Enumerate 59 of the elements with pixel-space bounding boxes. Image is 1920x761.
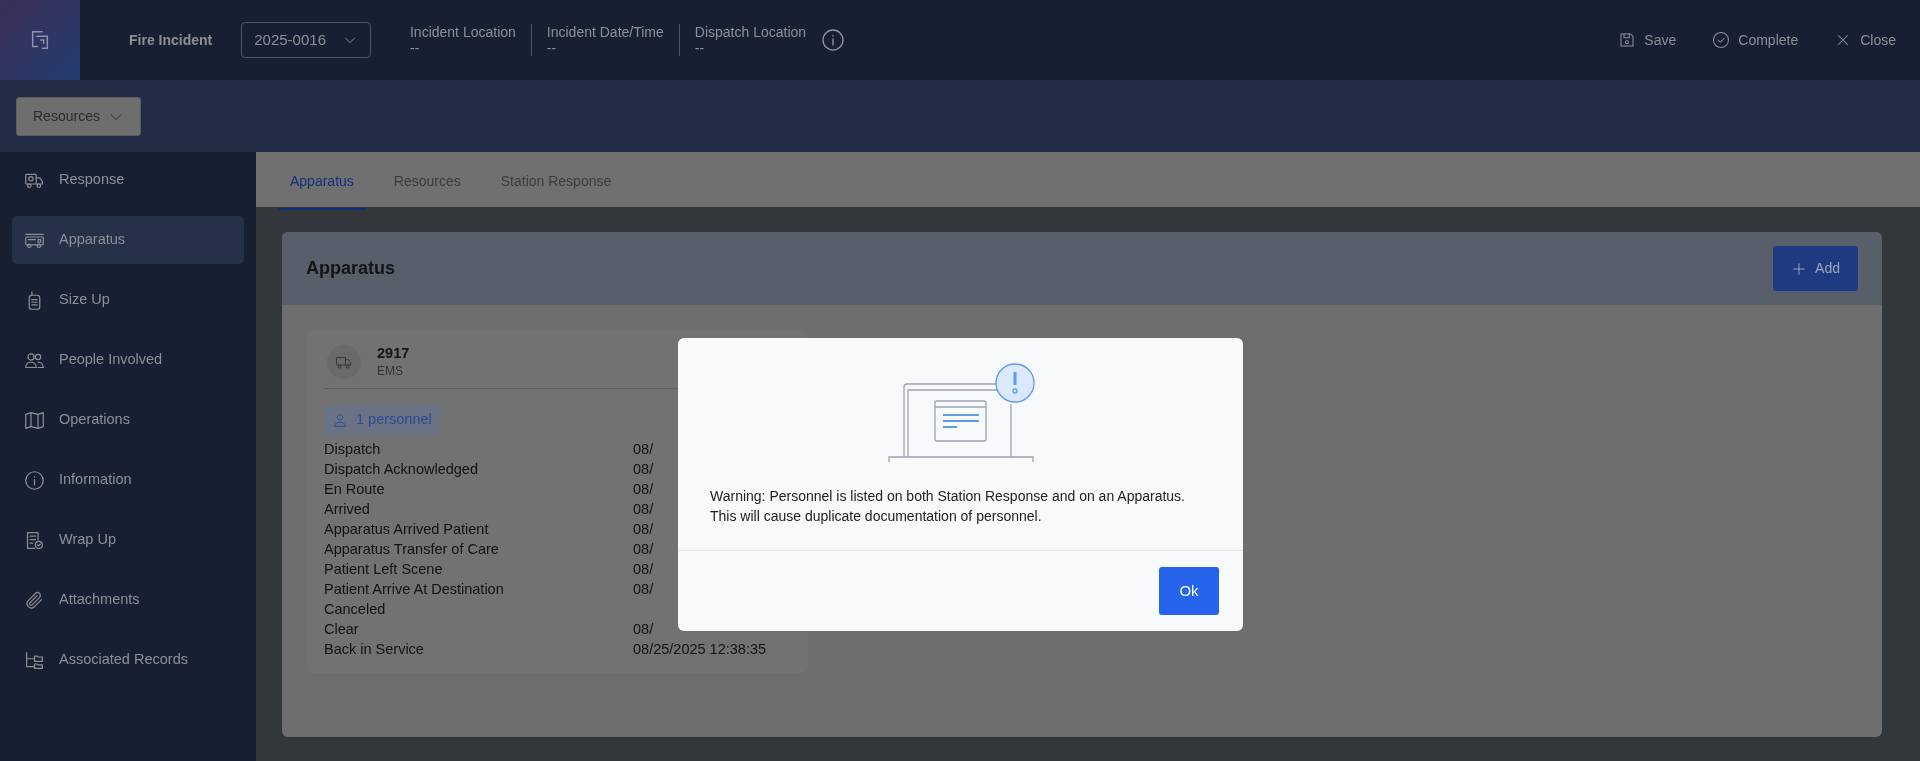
timeline-label: Canceled	[324, 600, 386, 617]
timeline-time: 08/	[633, 480, 654, 497]
timeline-time: 08/	[633, 580, 654, 597]
incident-number-dropdown[interactable]: 2025-0016	[241, 21, 371, 59]
sidebar-item[interactable]: Response	[12, 156, 244, 204]
field-value: --	[694, 40, 706, 56]
timeline-label: En Route	[324, 480, 385, 497]
person-icon	[332, 411, 348, 428]
field-value: --	[409, 40, 421, 56]
sidebar-item[interactable]: People Involved	[12, 336, 244, 384]
document-check-icon	[24, 529, 45, 551]
timeline-time: 08/	[633, 500, 654, 517]
timeline-time: 08/	[633, 540, 654, 557]
folder-tree-icon	[24, 649, 45, 671]
section-dropdown[interactable]: Resources	[16, 97, 141, 136]
timeline-time: 08/25/2025 12:38:35	[633, 640, 767, 657]
timeline-label: Apparatus Transfer of Care	[324, 540, 499, 557]
panel-title: Apparatus	[306, 257, 395, 280]
sidebar-item[interactable]: Size Up	[12, 276, 244, 324]
sidebar-item[interactable]: Information	[12, 456, 244, 504]
timeline-label: Patient Left Scene	[324, 560, 443, 577]
add-button[interactable]: Add	[1773, 246, 1858, 291]
info-icon[interactable]	[821, 28, 846, 52]
apparatus-number: 2917	[377, 344, 410, 362]
check-circle-icon	[1712, 31, 1731, 49]
timeline-time: 08/	[633, 520, 654, 537]
field-label: Incident Location	[409, 24, 516, 40]
timeline-time: 08/	[633, 460, 654, 477]
sidebar-item[interactable]: Attachments	[12, 576, 244, 624]
timeline-time: 08/	[633, 560, 654, 577]
timeline-label: Arrived	[324, 500, 370, 517]
field-label: Incident Date/Time	[546, 24, 664, 40]
plus-icon	[1791, 260, 1808, 277]
complete-button[interactable]: Complete	[1712, 29, 1799, 51]
timeline-label: Dispatch Acknowledged	[324, 460, 478, 477]
field-label: Dispatch Location	[694, 24, 807, 40]
timeline-label: Back in Service	[324, 640, 424, 657]
ok-button[interactable]: Ok	[1159, 567, 1219, 615]
sidebar-item[interactable]: Operations	[12, 396, 244, 444]
info-icon	[24, 469, 45, 491]
sidebar-item[interactable]: Apparatus	[12, 216, 244, 264]
field-value: --	[546, 40, 558, 56]
logo-icon	[29, 29, 51, 51]
close-button[interactable]: Close	[1834, 29, 1896, 51]
timeline-label: Apparatus Arrived Patient	[324, 520, 489, 537]
apparatus-type: EMS	[377, 363, 404, 380]
timeline-label: Dispatch	[324, 440, 381, 457]
save-icon	[1618, 31, 1637, 49]
sidebar-item[interactable]: Wrap Up	[12, 516, 244, 564]
paperclip-icon	[24, 589, 45, 611]
timeline-label: Patient Arrive At Destination	[324, 580, 504, 597]
sidebar-item[interactable]: Associated Records	[12, 636, 244, 684]
timeline-time: 08/	[633, 620, 654, 637]
page-title: Fire Incident	[129, 30, 213, 50]
warning-message: Warning: Personnel is listed on both Station Response and on an Apparatus. This will cause duplicate documentation of personnel.	[709, 487, 1186, 526]
timeline-label: Clear	[324, 620, 359, 637]
save-button[interactable]: Save	[1618, 29, 1677, 51]
map-icon	[24, 409, 45, 431]
timeline-time: 08/	[633, 440, 654, 457]
